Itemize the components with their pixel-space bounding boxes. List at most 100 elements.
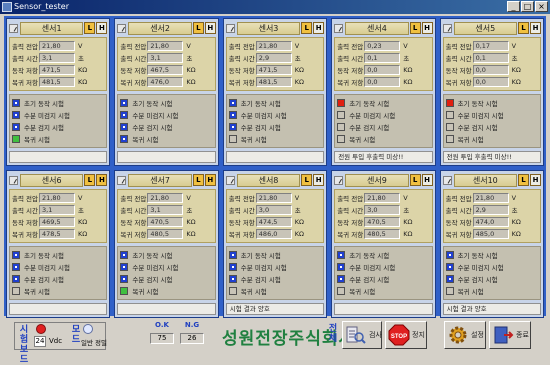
test-label: 초기 동작 시험 [457, 252, 498, 260]
measure-unit: V [78, 194, 83, 202]
maximize-button[interactable]: □ [521, 1, 534, 12]
high-button[interactable]: H [421, 22, 433, 34]
test-label: 수분 미검지 시험 [132, 112, 179, 120]
inspect-button[interactable]: 검사 [342, 321, 382, 349]
sensor-select-icon[interactable] [442, 23, 452, 33]
test-list: 초기 동작 시험 수분 미검지 시험 수분 검지 시험 복귀 시험 [225, 246, 325, 300]
high-button[interactable]: H [530, 22, 541, 34]
measure-label: 복귀 저항 [12, 79, 38, 87]
test-status-indicator [337, 135, 346, 143]
sensor-select-icon[interactable] [9, 23, 18, 33]
high-button[interactable]: H [96, 22, 108, 34]
setup-label: 설정 [471, 331, 484, 339]
test-status-indicator [445, 275, 454, 283]
low-button[interactable]: L [84, 174, 96, 186]
test-label: 초기 동작 시험 [349, 100, 390, 108]
low-button[interactable]: L [301, 22, 313, 34]
high-button[interactable]: H [313, 174, 325, 186]
test-list: 초기 동작 시험 수분 미검지 시험 수분 검지 시험 복귀 시험 [9, 246, 108, 300]
measure-value: 3,1 [39, 53, 75, 63]
low-button[interactable]: L [301, 174, 313, 186]
high-button[interactable]: H [204, 22, 216, 34]
sensor-select-icon[interactable] [334, 23, 344, 33]
sensor-select-icon[interactable] [9, 175, 18, 185]
measure-value: 0,0 [364, 77, 401, 87]
test-status-indicator [12, 123, 20, 131]
measure-unit: KΩ [78, 78, 88, 86]
sensor-name: 센서2 [128, 21, 192, 35]
sensor-select-icon[interactable] [117, 23, 127, 33]
status-message [117, 151, 216, 163]
measure-unit: 초 [294, 55, 301, 63]
measurements: 출력 전압 21,80 V 출력 시간 3,1 초 동작 저항 467,5 KΩ 복귀 저항 476… [117, 37, 216, 91]
low-button[interactable]: L [192, 22, 204, 34]
high-button[interactable]: H [530, 174, 541, 186]
mode-options: 일반 정밀 [81, 337, 107, 347]
measure-unit: 초 [511, 55, 518, 63]
measure-unit: 초 [186, 55, 193, 63]
title-bar: Sensor_tester _ □ × [0, 0, 550, 14]
measure-value: 0,17 [472, 41, 509, 51]
status-message [9, 151, 108, 163]
measure-unit: KΩ [511, 230, 521, 238]
measure-label: 출력 전압 [228, 43, 255, 51]
measure-unit: V [186, 194, 191, 202]
test-status-indicator [445, 251, 454, 259]
test-status-indicator [228, 287, 237, 295]
stop-label: 정지 [412, 331, 425, 339]
sensor-select-icon[interactable] [334, 175, 344, 185]
test-status-indicator [337, 111, 346, 119]
measure-unit: KΩ [186, 218, 196, 226]
test-status-indicator [12, 135, 20, 143]
mode-precise[interactable]: 정밀 [95, 339, 107, 347]
mode-normal[interactable]: 일반 [81, 339, 93, 347]
window-title: Sensor_tester [14, 2, 69, 11]
measure-value: 480,5 [147, 229, 184, 239]
measure-label: 출력 시간 [12, 207, 38, 215]
measure-unit: KΩ [186, 230, 196, 238]
measure-label: 출력 시간 [228, 55, 255, 63]
measure-unit: V [511, 42, 517, 50]
low-button[interactable]: L [409, 22, 421, 34]
status-message [9, 303, 108, 315]
measure-label: 출력 전압 [12, 43, 38, 51]
sensor-select-icon[interactable] [225, 23, 235, 33]
minimize-button[interactable]: _ [507, 1, 520, 12]
measure-value: 476,0 [147, 77, 184, 87]
exit-button[interactable]: 종료 [489, 321, 531, 349]
measure-value: 21,80 [472, 193, 509, 203]
measure-unit: V [294, 194, 300, 202]
test-label: 수분 검지 시험 [240, 124, 281, 132]
test-label: 복귀 시험 [240, 136, 267, 144]
low-button[interactable]: L [192, 174, 204, 186]
low-button[interactable]: L [518, 174, 529, 186]
measure-unit: KΩ [511, 78, 521, 86]
setup-button[interactable]: 설정 [444, 321, 486, 349]
sensor-select-icon[interactable] [117, 175, 127, 185]
low-button[interactable]: L [409, 174, 421, 186]
mode-indicator [83, 324, 93, 334]
test-label: 초기 동작 시험 [132, 252, 173, 260]
measure-unit: KΩ [403, 66, 413, 74]
stop-button[interactable]: STOP 정지 [385, 321, 427, 349]
test-status-indicator [120, 287, 129, 295]
measure-label: 출력 시간 [445, 55, 472, 63]
measurements: 출력 전압 21,80 V 출력 시간 2,9 초 동작 저항 474,0 KΩ 복귀 저항 485… [442, 189, 541, 243]
low-button[interactable]: L [518, 22, 529, 34]
sensor-select-icon[interactable] [225, 175, 235, 185]
status-message [334, 303, 433, 315]
sensor-select-icon[interactable] [442, 175, 452, 185]
test-status-indicator [445, 123, 454, 131]
measure-label: 출력 시간 [228, 207, 255, 215]
test-label: 수분 검지 시험 [349, 276, 390, 284]
high-button[interactable]: H [204, 174, 216, 186]
high-button[interactable]: H [313, 22, 325, 34]
sensor-panel: 센서6 L H 출력 전압 21,80 V 출력 시간 3,1 초 동작 저항 469,5 KΩ 복귀 … [6, 170, 111, 318]
measure-unit: KΩ [403, 218, 413, 226]
test-label: 초기 동작 시험 [240, 252, 281, 260]
close-button[interactable]: × [535, 1, 548, 12]
low-button[interactable]: L [84, 22, 96, 34]
high-button[interactable]: H [421, 174, 433, 186]
measure-label: 출력 전압 [228, 195, 255, 203]
high-button[interactable]: H [96, 174, 108, 186]
